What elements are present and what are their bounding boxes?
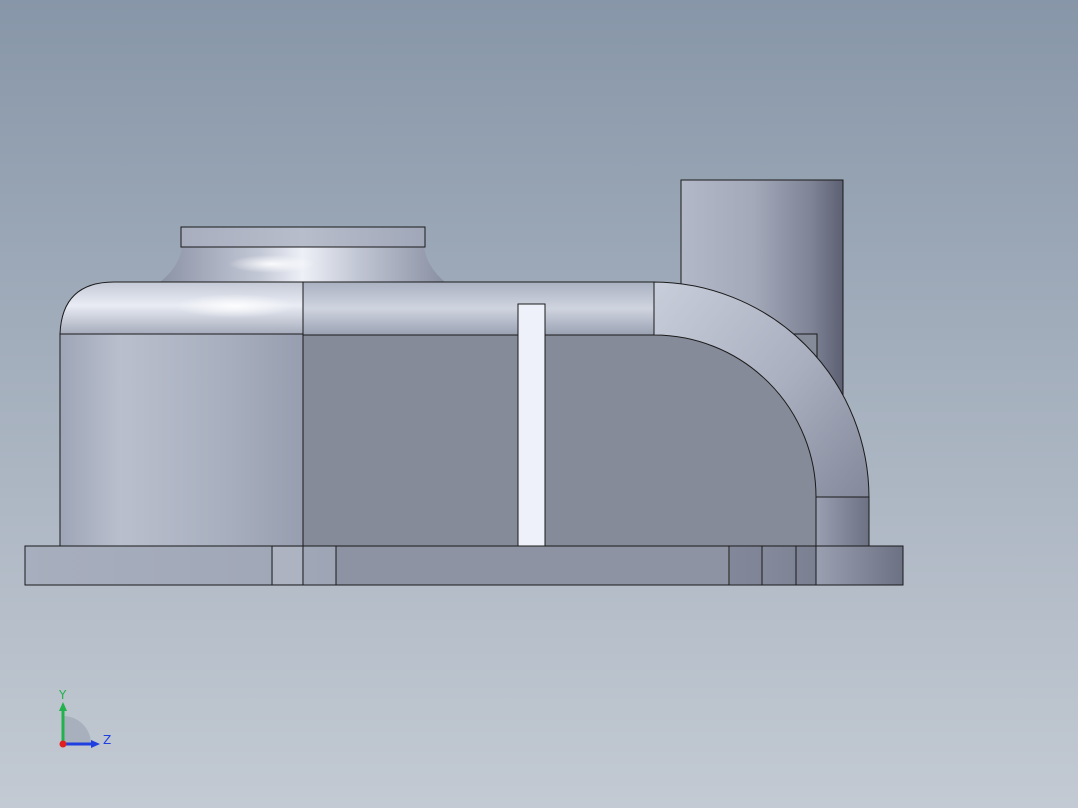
y-axis-arrow xyxy=(59,702,67,711)
vertical-rib[interactable] xyxy=(517,303,546,547)
horizontal-pipe[interactable] xyxy=(302,281,655,336)
base-center-face xyxy=(336,546,729,585)
top-flange[interactable] xyxy=(180,226,426,248)
left-cylinder-body[interactable] xyxy=(59,333,304,547)
x-axis-dot xyxy=(59,740,67,748)
triad-quadrant-shade xyxy=(63,716,91,744)
elbow-lower-section[interactable] xyxy=(815,496,870,547)
z-axis-arrow xyxy=(91,740,100,748)
base-hole-right-shade xyxy=(730,547,761,584)
base-hole-left-shade xyxy=(273,547,302,584)
center-panel[interactable] xyxy=(302,333,818,547)
shoulder-glint xyxy=(175,294,295,318)
y-axis-label: Y xyxy=(58,688,67,702)
coordinate-triad[interactable]: Y Z xyxy=(50,684,120,754)
neck-glint xyxy=(228,255,316,273)
base-right-face xyxy=(816,546,903,585)
graphics-viewport[interactable]: Y Z xyxy=(0,0,1078,808)
cad-model[interactable] xyxy=(0,0,1078,808)
z-axis-label: Z xyxy=(103,733,111,747)
